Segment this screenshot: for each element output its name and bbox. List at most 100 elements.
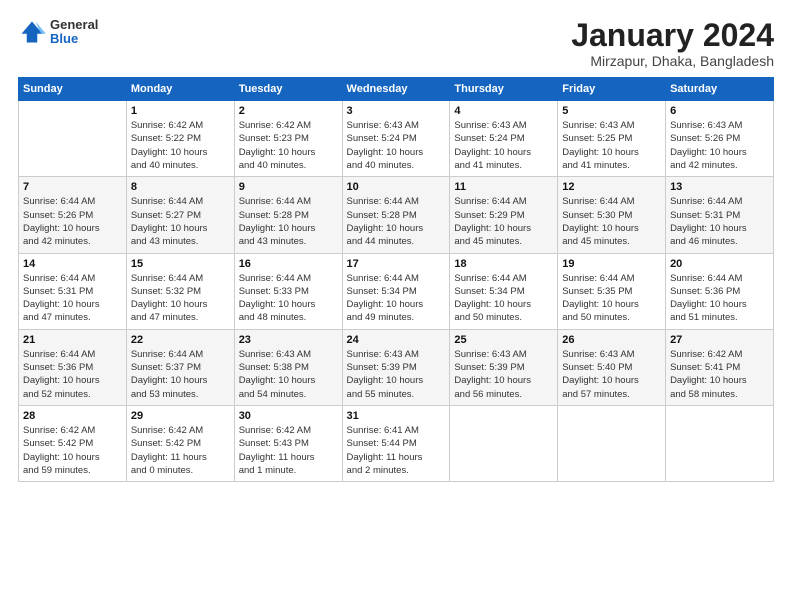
day-number: 4: [454, 105, 553, 117]
day-info: Sunrise: 6:44 AM Sunset: 5:36 PM Dayligh…: [670, 272, 769, 325]
day-number: 12: [562, 181, 661, 193]
day-info: Sunrise: 6:43 AM Sunset: 5:26 PM Dayligh…: [670, 119, 769, 172]
day-info: Sunrise: 6:44 AM Sunset: 5:35 PM Dayligh…: [562, 272, 661, 325]
day-number: 17: [347, 258, 446, 270]
day-number: 23: [239, 334, 338, 346]
day-cell: 19 Sunrise: 6:44 AM Sunset: 5:35 PM Dayli…: [558, 253, 666, 329]
day-cell: 9Sunrise: 6:44 AM Sunset: 5:28 PM Daylig…: [234, 177, 342, 253]
day-number: 24: [347, 334, 446, 346]
day-cell: 2 Sunrise: 6:42 AM Sunset: 5:23 PM Daylig…: [234, 101, 342, 177]
day-cell: 16Sunrise: 6:44 AM Sunset: 5:33 PM Dayli…: [234, 253, 342, 329]
col-saturday: Saturday: [666, 78, 774, 101]
day-number: 22: [131, 334, 230, 346]
logo-general-label: General: [50, 18, 98, 32]
day-info: Sunrise: 6:44 AM Sunset: 5:36 PM Dayligh…: [23, 348, 122, 401]
day-number: 8: [131, 181, 230, 193]
day-info: Sunrise: 6:44 AM Sunset: 5:34 PM Dayligh…: [454, 272, 553, 325]
day-cell: [19, 101, 127, 177]
day-info: Sunrise: 6:44 AM Sunset: 5:28 PM Dayligh…: [347, 195, 446, 248]
week-row-1: 1Sunrise: 6:42 AM Sunset: 5:22 PM Daylig…: [19, 101, 774, 177]
day-cell: 20 Sunrise: 6:44 AM Sunset: 5:36 PM Dayli…: [666, 253, 774, 329]
day-number: 29: [131, 410, 230, 422]
day-info: Sunrise: 6:44 AM Sunset: 5:26 PM Dayligh…: [23, 195, 122, 248]
col-thursday: Thursday: [450, 78, 558, 101]
day-info: Sunrise: 6:43 AM Sunset: 5:39 PM Dayligh…: [454, 348, 553, 401]
day-info: Sunrise: 6:43 AM Sunset: 5:25 PM Dayligh…: [562, 119, 661, 172]
day-cell: 4 Sunrise: 6:43 AM Sunset: 5:24 PM Daylig…: [450, 101, 558, 177]
day-number: 19: [562, 258, 661, 270]
day-cell: [450, 405, 558, 481]
day-info: Sunrise: 6:44 AM Sunset: 5:31 PM Dayligh…: [670, 195, 769, 248]
day-info: Sunrise: 6:43 AM Sunset: 5:24 PM Dayligh…: [347, 119, 446, 172]
day-number: 15: [131, 258, 230, 270]
day-number: 30: [239, 410, 338, 422]
day-number: 6: [670, 105, 769, 117]
week-row-4: 21Sunrise: 6:44 AM Sunset: 5:36 PM Dayli…: [19, 329, 774, 405]
day-info: Sunrise: 6:43 AM Sunset: 5:40 PM Dayligh…: [562, 348, 661, 401]
day-cell: 27 Sunrise: 6:42 AM Sunset: 5:41 PM Dayli…: [666, 329, 774, 405]
day-cell: 8Sunrise: 6:44 AM Sunset: 5:27 PM Daylig…: [126, 177, 234, 253]
col-sunday: Sunday: [19, 78, 127, 101]
day-info: Sunrise: 6:44 AM Sunset: 5:31 PM Dayligh…: [23, 272, 122, 325]
col-friday: Friday: [558, 78, 666, 101]
day-cell: 31Sunrise: 6:41 AM Sunset: 5:44 PM Dayli…: [342, 405, 450, 481]
day-cell: 10 Sunrise: 6:44 AM Sunset: 5:28 PM Dayli…: [342, 177, 450, 253]
day-cell: 29 Sunrise: 6:42 AM Sunset: 5:42 PM Dayli…: [126, 405, 234, 481]
day-number: 14: [23, 258, 122, 270]
header: General Blue January 2024 Mirzapur, Dhak…: [18, 18, 774, 69]
day-number: 2: [239, 105, 338, 117]
calendar-subtitle: Mirzapur, Dhaka, Bangladesh: [571, 53, 774, 69]
day-info: Sunrise: 6:43 AM Sunset: 5:39 PM Dayligh…: [347, 348, 446, 401]
week-row-3: 14 Sunrise: 6:44 AM Sunset: 5:31 PM Dayli…: [19, 253, 774, 329]
day-number: 10: [347, 181, 446, 193]
day-number: 27: [670, 334, 769, 346]
day-number: 1: [131, 105, 230, 117]
day-cell: 30 Sunrise: 6:42 AM Sunset: 5:43 PM Dayli…: [234, 405, 342, 481]
page: General Blue January 2024 Mirzapur, Dhak…: [0, 0, 792, 612]
day-cell: 28Sunrise: 6:42 AM Sunset: 5:42 PM Dayli…: [19, 405, 127, 481]
calendar-title: January 2024: [571, 18, 774, 53]
day-info: Sunrise: 6:42 AM Sunset: 5:23 PM Dayligh…: [239, 119, 338, 172]
day-info: Sunrise: 6:44 AM Sunset: 5:29 PM Dayligh…: [454, 195, 553, 248]
day-cell: 17 Sunrise: 6:44 AM Sunset: 5:34 PM Dayli…: [342, 253, 450, 329]
day-cell: 23 Sunrise: 6:43 AM Sunset: 5:38 PM Dayli…: [234, 329, 342, 405]
day-cell: 24 Sunrise: 6:43 AM Sunset: 5:39 PM Dayli…: [342, 329, 450, 405]
logo-text: General Blue: [50, 18, 98, 47]
day-number: 9: [239, 181, 338, 193]
day-cell: 15Sunrise: 6:44 AM Sunset: 5:32 PM Dayli…: [126, 253, 234, 329]
day-cell: 1Sunrise: 6:42 AM Sunset: 5:22 PM Daylig…: [126, 101, 234, 177]
col-wednesday: Wednesday: [342, 78, 450, 101]
day-cell: 25 Sunrise: 6:43 AM Sunset: 5:39 PM Dayli…: [450, 329, 558, 405]
day-info: Sunrise: 6:44 AM Sunset: 5:30 PM Dayligh…: [562, 195, 661, 248]
day-info: Sunrise: 6:42 AM Sunset: 5:41 PM Dayligh…: [670, 348, 769, 401]
day-number: 3: [347, 105, 446, 117]
day-cell: 5 Sunrise: 6:43 AM Sunset: 5:25 PM Daylig…: [558, 101, 666, 177]
day-cell: 7 Sunrise: 6:44 AM Sunset: 5:26 PM Daylig…: [19, 177, 127, 253]
logo-blue-label: Blue: [50, 32, 98, 46]
col-monday: Monday: [126, 78, 234, 101]
day-cell: 14 Sunrise: 6:44 AM Sunset: 5:31 PM Dayli…: [19, 253, 127, 329]
day-cell: 18 Sunrise: 6:44 AM Sunset: 5:34 PM Dayli…: [450, 253, 558, 329]
day-cell: 22Sunrise: 6:44 AM Sunset: 5:37 PM Dayli…: [126, 329, 234, 405]
col-tuesday: Tuesday: [234, 78, 342, 101]
day-number: 20: [670, 258, 769, 270]
day-cell: 13Sunrise: 6:44 AM Sunset: 5:31 PM Dayli…: [666, 177, 774, 253]
day-number: 18: [454, 258, 553, 270]
day-info: Sunrise: 6:42 AM Sunset: 5:42 PM Dayligh…: [131, 424, 230, 477]
day-number: 26: [562, 334, 661, 346]
day-number: 25: [454, 334, 553, 346]
day-number: 7: [23, 181, 122, 193]
day-number: 28: [23, 410, 122, 422]
day-cell: [666, 405, 774, 481]
day-number: 5: [562, 105, 661, 117]
day-info: Sunrise: 6:43 AM Sunset: 5:24 PM Dayligh…: [454, 119, 553, 172]
day-info: Sunrise: 6:43 AM Sunset: 5:38 PM Dayligh…: [239, 348, 338, 401]
day-info: Sunrise: 6:42 AM Sunset: 5:43 PM Dayligh…: [239, 424, 338, 477]
day-cell: 11Sunrise: 6:44 AM Sunset: 5:29 PM Dayli…: [450, 177, 558, 253]
header-row: Sunday Monday Tuesday Wednesday Thursday…: [19, 78, 774, 101]
day-cell: 3 Sunrise: 6:43 AM Sunset: 5:24 PM Daylig…: [342, 101, 450, 177]
day-info: Sunrise: 6:44 AM Sunset: 5:34 PM Dayligh…: [347, 272, 446, 325]
day-cell: 6 Sunrise: 6:43 AM Sunset: 5:26 PM Daylig…: [666, 101, 774, 177]
day-cell: 12 Sunrise: 6:44 AM Sunset: 5:30 PM Dayli…: [558, 177, 666, 253]
calendar-table: Sunday Monday Tuesday Wednesday Thursday…: [18, 77, 774, 482]
